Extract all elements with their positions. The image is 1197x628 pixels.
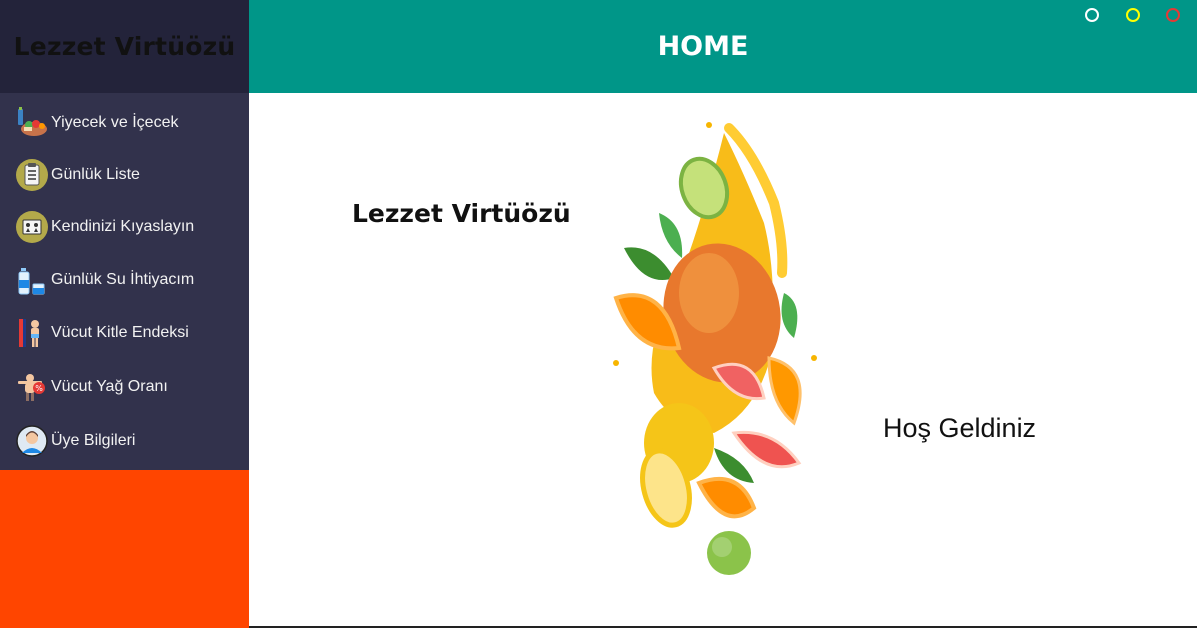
sidebar-item-label: Günlük Liste <box>51 166 140 183</box>
fruit-splash-image <box>613 122 817 575</box>
sidebar-item-label: Üye Bilgileri <box>51 432 136 449</box>
sidebar-item-water[interactable]: Günlük Su İhtiyacım <box>0 255 249 305</box>
sidebar-item-member-info[interactable]: Üye Bilgileri <box>0 416 249 466</box>
main-content: Lezzet Virtüözü Hoş Geldiniz <box>249 93 1197 628</box>
sidebar-item-label: Kendinizi Kıyaslayın <box>51 218 195 235</box>
brand-title: Lezzet Virtüözü <box>13 32 236 61</box>
checklist-icon <box>16 159 48 191</box>
sidebar-item-label: Yiyecek ve İçecek <box>51 114 179 131</box>
sidebar-item-compare[interactable]: Kendinizi Kıyaslayın <box>0 202 249 252</box>
sidebar-item-label: Vücut Yağ Oranı <box>51 378 168 395</box>
sidebar-menu: Yiyecek ve İçecek Günlük Liste Kendinizi… <box>0 93 249 470</box>
sidebar-item-daily-list[interactable]: Günlük Liste <box>0 150 249 200</box>
svg-text:%: % <box>35 384 43 393</box>
header-bar: HOME <box>249 0 1197 93</box>
user-avatar-icon <box>16 425 48 457</box>
content-title: Lezzet Virtüözü <box>352 199 571 228</box>
compare-icon <box>16 211 48 243</box>
sidebar-item-bmi[interactable]: Vücut Kitle Endeksi <box>0 308 249 358</box>
bmi-icon <box>19 319 39 347</box>
sidebar-item-body-fat[interactable]: % Vücut Yağ Oranı <box>0 362 249 412</box>
sidebar: Lezzet Virtüözü Yiyecek ve İçecek Günlük… <box>0 0 249 628</box>
minimize-button[interactable] <box>1085 8 1099 22</box>
close-button[interactable] <box>1166 8 1180 22</box>
sidebar-item-label: Vücut Kitle Endeksi <box>51 324 189 341</box>
sidebar-item-label: Günlük Su İhtiyacım <box>51 271 195 288</box>
brand-panel: Lezzet Virtüözü <box>0 0 249 93</box>
maximize-button[interactable] <box>1126 8 1140 22</box>
body-fat-icon: % <box>18 374 45 401</box>
welcome-text: Hoş Geldiniz <box>883 413 1037 443</box>
sidebar-item-food-drink[interactable]: Yiyecek ve İçecek <box>0 98 249 148</box>
page-title: HOME <box>657 31 749 62</box>
water-bottle-icon <box>18 268 45 295</box>
food-drink-icon <box>18 107 47 136</box>
